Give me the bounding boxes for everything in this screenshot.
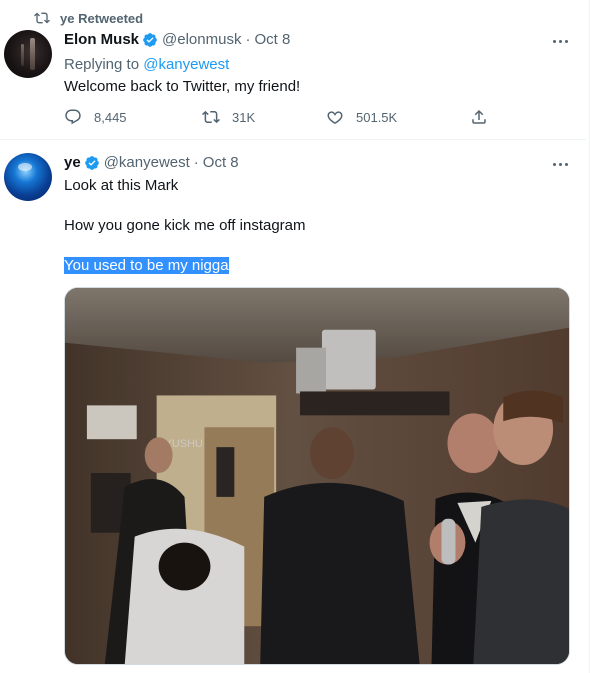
reply-count: 8,445 bbox=[94, 109, 127, 125]
tweet-kanyewest[interactable]: ye @kanyewest · Oct 8 Look at this Mark … bbox=[0, 141, 586, 673]
tweet-photo[interactable]: YUSHU bbox=[64, 287, 570, 665]
reply-button[interactable]: 8,445 bbox=[64, 108, 127, 126]
tweet-header: Elon Musk @elonmusk · Oct 8 bbox=[64, 31, 290, 48]
verified-badge-icon bbox=[84, 155, 99, 170]
display-name[interactable]: Elon Musk bbox=[64, 31, 139, 48]
separator: · bbox=[193, 154, 199, 171]
tweet-date[interactable]: Oct 8 bbox=[254, 31, 290, 48]
reply-icon bbox=[65, 109, 81, 125]
replying-to-handle[interactable]: @kanyewest bbox=[143, 56, 229, 73]
tweet-header: ye @kanyewest · Oct 8 bbox=[64, 154, 239, 171]
retweet-icon bbox=[34, 12, 50, 24]
share-button[interactable] bbox=[470, 108, 488, 126]
more-options-icon[interactable] bbox=[550, 154, 570, 174]
user-handle[interactable]: @kanyewest bbox=[104, 154, 190, 171]
tweet-text-line-2: How you gone kick me off instagram bbox=[64, 217, 306, 234]
retweet-button[interactable]: 31K bbox=[202, 108, 255, 126]
user-handle[interactable]: @elonmusk bbox=[162, 31, 241, 48]
selected-text: You used to be my nigga bbox=[64, 257, 229, 274]
tweet-date[interactable]: Oct 8 bbox=[203, 154, 239, 171]
heart-icon bbox=[327, 111, 343, 124]
like-button[interactable]: 501.5K bbox=[326, 108, 397, 126]
tweet-text: Welcome back to Twitter, my friend! bbox=[64, 78, 301, 95]
retweet-count: 31K bbox=[232, 109, 256, 125]
separator: · bbox=[245, 31, 251, 48]
avatar-kanyewest[interactable] bbox=[4, 153, 52, 201]
tweet-actions: 8,445 31K 501.5K bbox=[64, 108, 504, 128]
photo-scene: YUSHU bbox=[65, 288, 569, 664]
avatar-elonmusk[interactable] bbox=[4, 30, 52, 78]
tweet-elonmusk[interactable]: ye Retweeted Elon Musk @elonmusk · Oct 8… bbox=[0, 0, 586, 140]
more-options-icon[interactable] bbox=[550, 31, 570, 51]
retweet-label[interactable]: ye Retweeted bbox=[60, 11, 143, 26]
verified-badge-icon bbox=[143, 32, 157, 47]
replying-to-label: Replying to bbox=[64, 56, 140, 73]
tweet-text-line-1: Look at this Mark bbox=[64, 177, 179, 194]
timeline: ye Retweeted Elon Musk @elonmusk · Oct 8… bbox=[0, 0, 590, 673]
like-count: 501.5K bbox=[356, 109, 398, 125]
display-name[interactable]: ye bbox=[64, 154, 81, 171]
retweet-icon bbox=[202, 110, 220, 124]
retweet-header: ye Retweeted bbox=[34, 10, 143, 26]
replying-to: Replying to @kanyewest bbox=[64, 56, 229, 73]
share-icon bbox=[472, 109, 486, 124]
tweet-text-line-3: You used to be my nigga bbox=[64, 256, 229, 276]
